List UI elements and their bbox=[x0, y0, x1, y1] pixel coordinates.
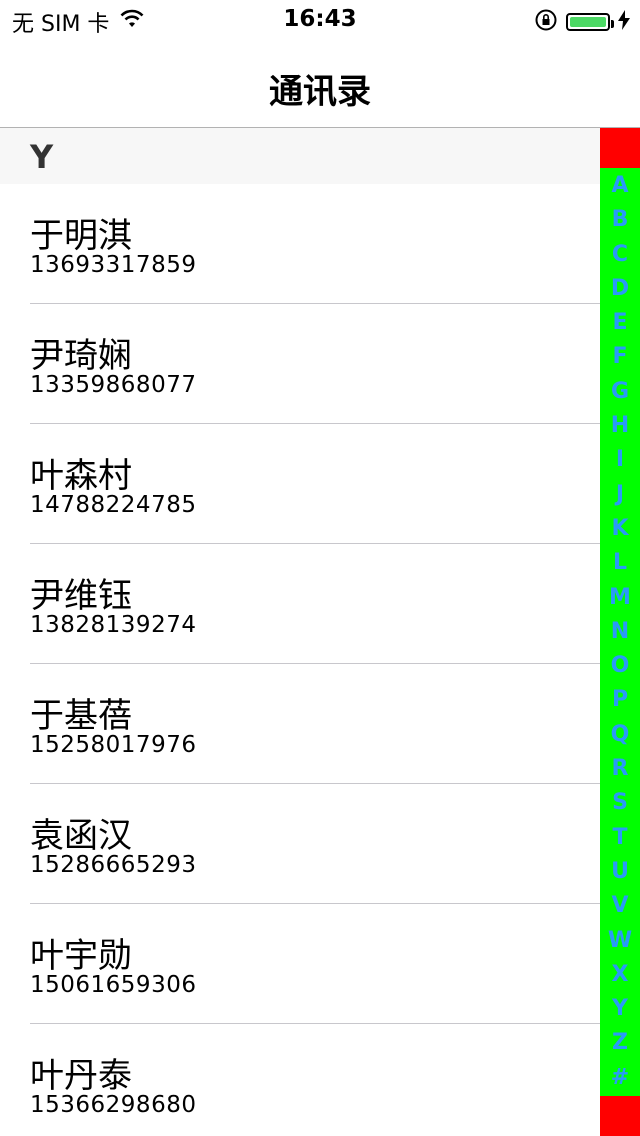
contact-name: 叶丹泰 bbox=[30, 1056, 132, 1096]
index-letter-b[interactable]: B bbox=[600, 203, 640, 237]
contact-row[interactable]: 叶丹泰 15366298680 bbox=[0, 1024, 600, 1136]
contact-name: 于基蓓 bbox=[30, 696, 132, 736]
index-letter-o[interactable]: O bbox=[600, 649, 640, 683]
status-right bbox=[534, 8, 630, 36]
contact-phone: 13693317859 bbox=[30, 252, 197, 278]
contact-phone: 15258017976 bbox=[30, 732, 197, 758]
index-letter-v[interactable]: V bbox=[600, 889, 640, 923]
contact-name: 叶宇勋 bbox=[30, 936, 132, 976]
contact-phone: 13828139274 bbox=[30, 612, 197, 638]
index-letter-i[interactable]: I bbox=[600, 443, 640, 477]
index-letter-k[interactable]: K bbox=[600, 512, 640, 546]
contact-name: 尹维钰 bbox=[30, 576, 132, 616]
index-letter-h[interactable]: H bbox=[600, 409, 640, 443]
contact-row[interactable]: 袁函汉 15286665293 bbox=[0, 784, 600, 904]
contact-phone: 15286665293 bbox=[30, 852, 197, 878]
status-bar: 无 SIM 卡 16:43 bbox=[0, 0, 640, 40]
contact-row[interactable]: 尹维钰 13828139274 bbox=[0, 544, 600, 664]
index-letter-hash[interactable]: # bbox=[600, 1061, 640, 1095]
index-letter-e[interactable]: E bbox=[600, 306, 640, 340]
section-index-bar[interactable]: A B C D E F G H I J K L M N O P Q R S T … bbox=[600, 128, 640, 1136]
index-letter-y[interactable]: Y bbox=[600, 992, 640, 1026]
index-letter-n[interactable]: N bbox=[600, 615, 640, 649]
battery-fill bbox=[570, 17, 606, 27]
index-bar-top-cap bbox=[600, 128, 640, 168]
section-header: Y bbox=[0, 128, 600, 184]
index-letters: A B C D E F G H I J K L M N O P Q R S T … bbox=[600, 169, 640, 1095]
index-letter-x[interactable]: X bbox=[600, 958, 640, 992]
battery-cap bbox=[611, 20, 614, 28]
index-letter-f[interactable]: F bbox=[600, 340, 640, 374]
contact-name: 袁函汉 bbox=[30, 816, 132, 856]
index-letter-z[interactable]: Z bbox=[600, 1026, 640, 1060]
contact-name: 尹琦娴 bbox=[30, 336, 132, 376]
index-letter-w[interactable]: W bbox=[600, 924, 640, 958]
contact-row[interactable]: 尹琦娴 13359868077 bbox=[0, 304, 600, 424]
index-letter-s[interactable]: S bbox=[600, 786, 640, 820]
contact-phone: 14788224785 bbox=[30, 492, 197, 518]
index-letter-g[interactable]: G bbox=[600, 375, 640, 409]
contact-phone: 15061659306 bbox=[30, 972, 197, 998]
contact-list[interactable]: 于明淇 13693317859 尹琦娴 13359868077 叶森村 1478… bbox=[0, 184, 600, 1136]
contact-phone: 15366298680 bbox=[30, 1092, 197, 1118]
index-bar-bottom-cap bbox=[600, 1096, 640, 1136]
charging-bolt-icon bbox=[618, 10, 630, 34]
index-letter-l[interactable]: L bbox=[600, 546, 640, 580]
index-letter-t[interactable]: T bbox=[600, 821, 640, 855]
contact-row[interactable]: 于明淇 13693317859 bbox=[0, 184, 600, 304]
contact-phone: 13359868077 bbox=[30, 372, 197, 398]
contact-row[interactable]: 叶森村 14788224785 bbox=[0, 424, 600, 544]
battery-icon bbox=[566, 13, 614, 31]
index-letter-q[interactable]: Q bbox=[600, 718, 640, 752]
section-title: Y bbox=[30, 138, 54, 176]
index-letter-d[interactable]: D bbox=[600, 272, 640, 306]
index-letter-j[interactable]: J bbox=[600, 478, 640, 512]
index-letter-u[interactable]: U bbox=[600, 855, 640, 889]
rotation-lock-icon bbox=[534, 8, 558, 36]
index-letter-c[interactable]: C bbox=[600, 238, 640, 272]
index-letter-r[interactable]: R bbox=[600, 752, 640, 786]
contact-row[interactable]: 于基蓓 15258017976 bbox=[0, 664, 600, 784]
index-letter-p[interactable]: P bbox=[600, 683, 640, 717]
index-letter-m[interactable]: M bbox=[600, 581, 640, 615]
contact-name: 于明淇 bbox=[30, 216, 132, 256]
page-title: 通讯录 bbox=[269, 72, 371, 112]
contact-row[interactable]: 叶宇勋 15061659306 bbox=[0, 904, 600, 1024]
contact-name: 叶森村 bbox=[30, 456, 132, 496]
navigation-bar: 通讯录 bbox=[0, 40, 640, 128]
index-letter-a[interactable]: A bbox=[600, 169, 640, 203]
